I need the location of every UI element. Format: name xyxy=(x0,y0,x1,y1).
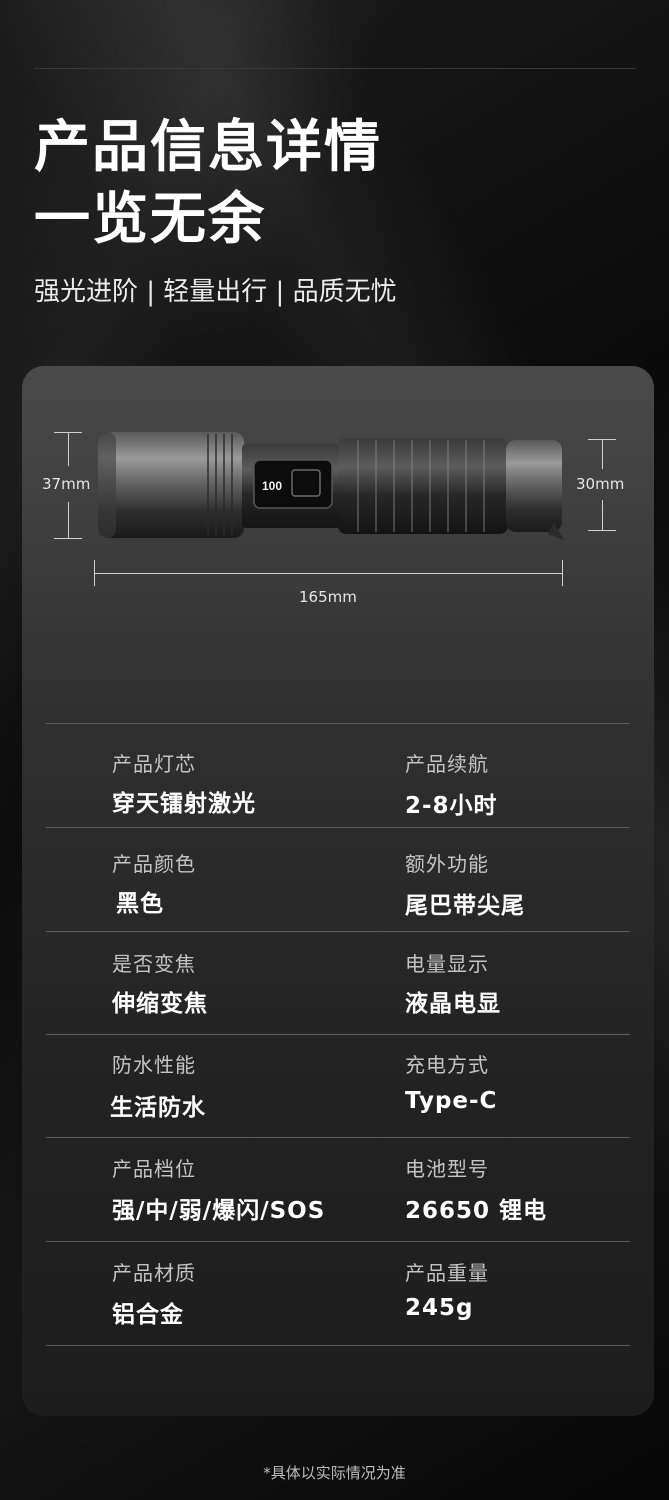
spec-value: 尾巴带尖尾 xyxy=(405,893,525,919)
spec-label: 产品颜色 xyxy=(112,852,196,876)
disclaimer-note: *具体以实际情况为准 xyxy=(263,1464,406,1482)
spec-divider xyxy=(46,931,630,932)
spec-value: 26650 锂电 xyxy=(405,1198,548,1224)
spec-divider xyxy=(46,1241,630,1242)
spec-card: 37mm 30mm 165mm 100 产品灯芯 穿天镭射激光 产品续航 2-8… xyxy=(22,366,654,1416)
spec-divider xyxy=(46,1345,630,1346)
spec-value: 生活防水 xyxy=(110,1095,206,1121)
spec-label: 额外功能 xyxy=(405,852,489,876)
spec-divider xyxy=(46,1034,630,1035)
tail-diameter-label: 30mm xyxy=(576,475,625,493)
spec-label: 产品重量 xyxy=(405,1261,489,1285)
spec-label: 产品材质 xyxy=(112,1261,196,1285)
spec-divider xyxy=(46,827,630,828)
spec-value: 2-8小时 xyxy=(405,793,498,819)
spec-label: 产品灯芯 xyxy=(112,752,196,776)
spec-label: 是否变焦 xyxy=(112,952,196,976)
spec-value: 黑色 xyxy=(116,891,164,917)
spec-label: 充电方式 xyxy=(405,1053,489,1077)
top-divider xyxy=(34,68,636,69)
spec-label: 产品续航 xyxy=(405,752,489,776)
dim-right-lower-line xyxy=(602,500,603,530)
spec-label: 防水性能 xyxy=(112,1053,196,1077)
spec-label: 电量显示 xyxy=(405,952,489,976)
spec-value: 伸缩变焦 xyxy=(112,991,208,1017)
spec-value: 强/中/弱/爆闪/SOS xyxy=(112,1198,326,1224)
dim-length-line xyxy=(94,573,562,574)
spec-value: 液晶电显 xyxy=(405,991,501,1017)
spec-value: 245g xyxy=(405,1295,474,1321)
spec-label: 电池型号 xyxy=(405,1157,489,1181)
flashlight-image: 100 xyxy=(98,432,564,540)
spec-value: 铝合金 xyxy=(112,1302,184,1328)
spec-divider xyxy=(46,723,630,724)
dim-right-upper-line xyxy=(602,439,603,469)
spec-value: Type-C xyxy=(405,1088,498,1114)
spec-divider xyxy=(46,1137,630,1138)
spec-value: 穿天镭射激光 xyxy=(112,791,256,817)
head-diameter-label: 37mm xyxy=(42,475,91,493)
dim-left-bottom-tick xyxy=(54,538,82,539)
dim-left-upper-line xyxy=(68,432,69,466)
page-subtitle: 强光进阶 | 轻量出行 | 品质无忧 xyxy=(34,277,397,307)
length-label: 165mm xyxy=(299,588,357,606)
dim-left-lower-line xyxy=(68,502,69,538)
page-title: 产品信息详情 一览无余 xyxy=(34,112,382,256)
dim-right-bottom-tick xyxy=(588,530,616,531)
dim-length-right-tick xyxy=(562,560,563,586)
battery-display-text: 100 xyxy=(262,479,282,493)
title-line-1: 产品信息详情 xyxy=(34,115,382,180)
spec-label: 产品档位 xyxy=(112,1157,196,1181)
title-line-2: 一览无余 xyxy=(34,187,266,252)
